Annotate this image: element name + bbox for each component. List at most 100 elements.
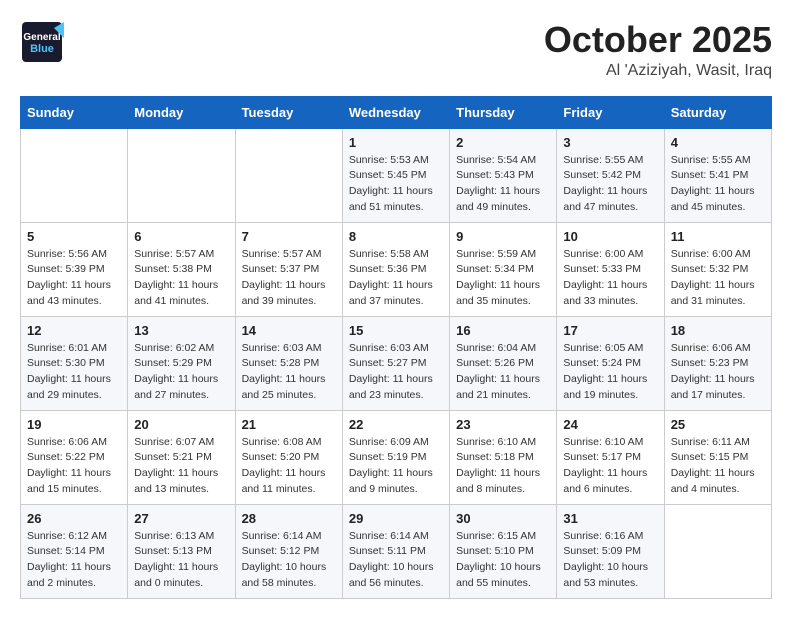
logo-icon: General Blue <box>20 20 64 64</box>
calendar-cell: 6 Sunrise: 5:57 AMSunset: 5:38 PMDaylight… <box>128 222 235 316</box>
calendar-week-4: 19 Sunrise: 6:06 AMSunset: 5:22 PMDayligh… <box>21 410 772 504</box>
day-info: Sunrise: 6:11 AMSunset: 5:15 PMDaylight:… <box>671 435 765 498</box>
calendar-cell: 7Sunrise: 5:57 AMSunset: 5:37 PMDaylight… <box>235 222 342 316</box>
day-number: 23 <box>456 417 550 432</box>
day-number: 15 <box>349 323 443 338</box>
calendar-cell: 11 Sunrise: 6:00 AMSunset: 5:32 PMDayligh… <box>664 222 771 316</box>
calendar-cell: 9 Sunrise: 5:59 AMSunset: 5:34 PMDaylight… <box>450 222 557 316</box>
day-info: Sunrise: 6:06 AMSunset: 5:22 PMDaylight:… <box>27 435 121 498</box>
day-number: 30 <box>456 511 550 526</box>
day-info: Sunrise: 5:57 AMSunset: 5:37 PMDaylight:… <box>242 247 336 310</box>
calendar-cell: 5 Sunrise: 5:56 AMSunset: 5:39 PMDaylight… <box>21 222 128 316</box>
day-info: Sunrise: 6:12 AMSunset: 5:14 PMDaylight:… <box>27 529 121 592</box>
day-number: 1 <box>349 135 443 150</box>
calendar-cell: 20 Sunrise: 6:07 AMSunset: 5:21 PMDayligh… <box>128 410 235 504</box>
day-number: 18 <box>671 323 765 338</box>
calendar-cell: 1 Sunrise: 5:53 AMSunset: 5:45 PMDaylight… <box>342 128 449 222</box>
calendar-cell: 2 Sunrise: 5:54 AMSunset: 5:43 PMDaylight… <box>450 128 557 222</box>
calendar-cell: 30 Sunrise: 6:15 AMSunset: 5:10 PMDayligh… <box>450 504 557 598</box>
day-number: 11 <box>671 229 765 244</box>
calendar-cell: 14 Sunrise: 6:03 AMSunset: 5:28 PMDayligh… <box>235 316 342 410</box>
day-info: Sunrise: 6:16 AMSunset: 5:09 PMDaylight:… <box>563 529 657 592</box>
calendar-week-3: 12 Sunrise: 6:01 AMSunset: 5:30 PMDayligh… <box>21 316 772 410</box>
day-number: 24 <box>563 417 657 432</box>
calendar-cell: 27 Sunrise: 6:13 AMSunset: 5:13 PMDayligh… <box>128 504 235 598</box>
day-number: 21 <box>242 417 336 432</box>
day-number: 3 <box>563 135 657 150</box>
day-info: Sunrise: 5:53 AMSunset: 5:45 PMDaylight:… <box>349 153 443 216</box>
day-info: Sunrise: 6:07 AMSunset: 5:21 PMDaylight:… <box>134 435 228 498</box>
calendar-cell: 31 Sunrise: 6:16 AMSunset: 5:09 PMDayligh… <box>557 504 664 598</box>
calendar-cell: 28Sunrise: 6:14 AMSunset: 5:12 PMDayligh… <box>235 504 342 598</box>
calendar-week-5: 26 Sunrise: 6:12 AMSunset: 5:14 PMDayligh… <box>21 504 772 598</box>
calendar-week-1: 1 Sunrise: 5:53 AMSunset: 5:45 PMDaylight… <box>21 128 772 222</box>
day-info: Sunrise: 6:15 AMSunset: 5:10 PMDaylight:… <box>456 529 550 592</box>
day-number: 5 <box>27 229 121 244</box>
day-info: Sunrise: 6:01 AMSunset: 5:30 PMDaylight:… <box>27 341 121 404</box>
day-number: 10 <box>563 229 657 244</box>
calendar-cell: 3 Sunrise: 5:55 AMSunset: 5:42 PMDaylight… <box>557 128 664 222</box>
day-info: Sunrise: 6:13 AMSunset: 5:13 PMDaylight:… <box>134 529 228 592</box>
calendar-cell: 13Sunrise: 6:02 AMSunset: 5:29 PMDayligh… <box>128 316 235 410</box>
page-header: General Blue October 2025 Al 'Aziziyah, … <box>20 20 772 80</box>
weekday-header-sunday: Sunday <box>21 96 128 128</box>
weekday-header-tuesday: Tuesday <box>235 96 342 128</box>
calendar-cell: 12 Sunrise: 6:01 AMSunset: 5:30 PMDayligh… <box>21 316 128 410</box>
calendar-cell <box>21 128 128 222</box>
day-number: 26 <box>27 511 121 526</box>
weekday-header-monday: Monday <box>128 96 235 128</box>
day-info: Sunrise: 5:54 AMSunset: 5:43 PMDaylight:… <box>456 153 550 216</box>
calendar-cell <box>128 128 235 222</box>
day-info: Sunrise: 6:03 AMSunset: 5:27 PMDaylight:… <box>349 341 443 404</box>
day-number: 20 <box>134 417 228 432</box>
calendar-cell: 15 Sunrise: 6:03 AMSunset: 5:27 PMDayligh… <box>342 316 449 410</box>
day-info: Sunrise: 5:57 AMSunset: 5:38 PMDaylight:… <box>134 247 228 310</box>
day-info: Sunrise: 6:00 AMSunset: 5:33 PMDaylight:… <box>563 247 657 310</box>
day-number: 12 <box>27 323 121 338</box>
title-block: October 2025 Al 'Aziziyah, Wasit, Iraq <box>544 20 772 80</box>
calendar-cell: 23 Sunrise: 6:10 AMSunset: 5:18 PMDayligh… <box>450 410 557 504</box>
day-number: 17 <box>563 323 657 338</box>
day-number: 9 <box>456 229 550 244</box>
weekday-header-friday: Friday <box>557 96 664 128</box>
day-number: 31 <box>563 511 657 526</box>
weekday-header-thursday: Thursday <box>450 96 557 128</box>
calendar-table: SundayMondayTuesdayWednesdayThursdayFrid… <box>20 96 772 599</box>
day-number: 8 <box>349 229 443 244</box>
day-info: Sunrise: 6:06 AMSunset: 5:23 PMDaylight:… <box>671 341 765 404</box>
calendar-cell: 16Sunrise: 6:04 AMSunset: 5:26 PMDayligh… <box>450 316 557 410</box>
day-info: Sunrise: 6:10 AMSunset: 5:17 PMDaylight:… <box>563 435 657 498</box>
day-info: Sunrise: 6:05 AMSunset: 5:24 PMDaylight:… <box>563 341 657 404</box>
day-info: Sunrise: 6:10 AMSunset: 5:18 PMDaylight:… <box>456 435 550 498</box>
calendar-cell: 22Sunrise: 6:09 AMSunset: 5:19 PMDayligh… <box>342 410 449 504</box>
calendar-cell: 24 Sunrise: 6:10 AMSunset: 5:17 PMDayligh… <box>557 410 664 504</box>
day-info: Sunrise: 6:03 AMSunset: 5:28 PMDaylight:… <box>242 341 336 404</box>
day-number: 4 <box>671 135 765 150</box>
day-number: 27 <box>134 511 228 526</box>
day-info: Sunrise: 6:08 AMSunset: 5:20 PMDaylight:… <box>242 435 336 498</box>
calendar-cell: 26 Sunrise: 6:12 AMSunset: 5:14 PMDayligh… <box>21 504 128 598</box>
weekday-header-saturday: Saturday <box>664 96 771 128</box>
day-number: 6 <box>134 229 228 244</box>
day-number: 19 <box>27 417 121 432</box>
calendar-week-2: 5 Sunrise: 5:56 AMSunset: 5:39 PMDaylight… <box>21 222 772 316</box>
location: Al 'Aziziyah, Wasit, Iraq <box>544 62 772 80</box>
day-info: Sunrise: 5:56 AMSunset: 5:39 PMDaylight:… <box>27 247 121 310</box>
calendar-cell: 8 Sunrise: 5:58 AMSunset: 5:36 PMDaylight… <box>342 222 449 316</box>
calendar-cell: 29Sunrise: 6:14 AMSunset: 5:11 PMDayligh… <box>342 504 449 598</box>
calendar-cell: 4Sunrise: 5:55 AMSunset: 5:41 PMDaylight… <box>664 128 771 222</box>
day-info: Sunrise: 5:58 AMSunset: 5:36 PMDaylight:… <box>349 247 443 310</box>
calendar-cell <box>235 128 342 222</box>
svg-text:Blue: Blue <box>30 43 54 55</box>
svg-text:General: General <box>23 32 60 43</box>
weekday-header-wednesday: Wednesday <box>342 96 449 128</box>
day-number: 14 <box>242 323 336 338</box>
day-info: Sunrise: 6:04 AMSunset: 5:26 PMDaylight:… <box>456 341 550 404</box>
day-info: Sunrise: 5:55 AMSunset: 5:42 PMDaylight:… <box>563 153 657 216</box>
day-info: Sunrise: 5:59 AMSunset: 5:34 PMDaylight:… <box>456 247 550 310</box>
day-number: 28 <box>242 511 336 526</box>
day-number: 2 <box>456 135 550 150</box>
day-info: Sunrise: 6:00 AMSunset: 5:32 PMDaylight:… <box>671 247 765 310</box>
day-info: Sunrise: 6:09 AMSunset: 5:19 PMDaylight:… <box>349 435 443 498</box>
calendar-cell: 10 Sunrise: 6:00 AMSunset: 5:33 PMDayligh… <box>557 222 664 316</box>
